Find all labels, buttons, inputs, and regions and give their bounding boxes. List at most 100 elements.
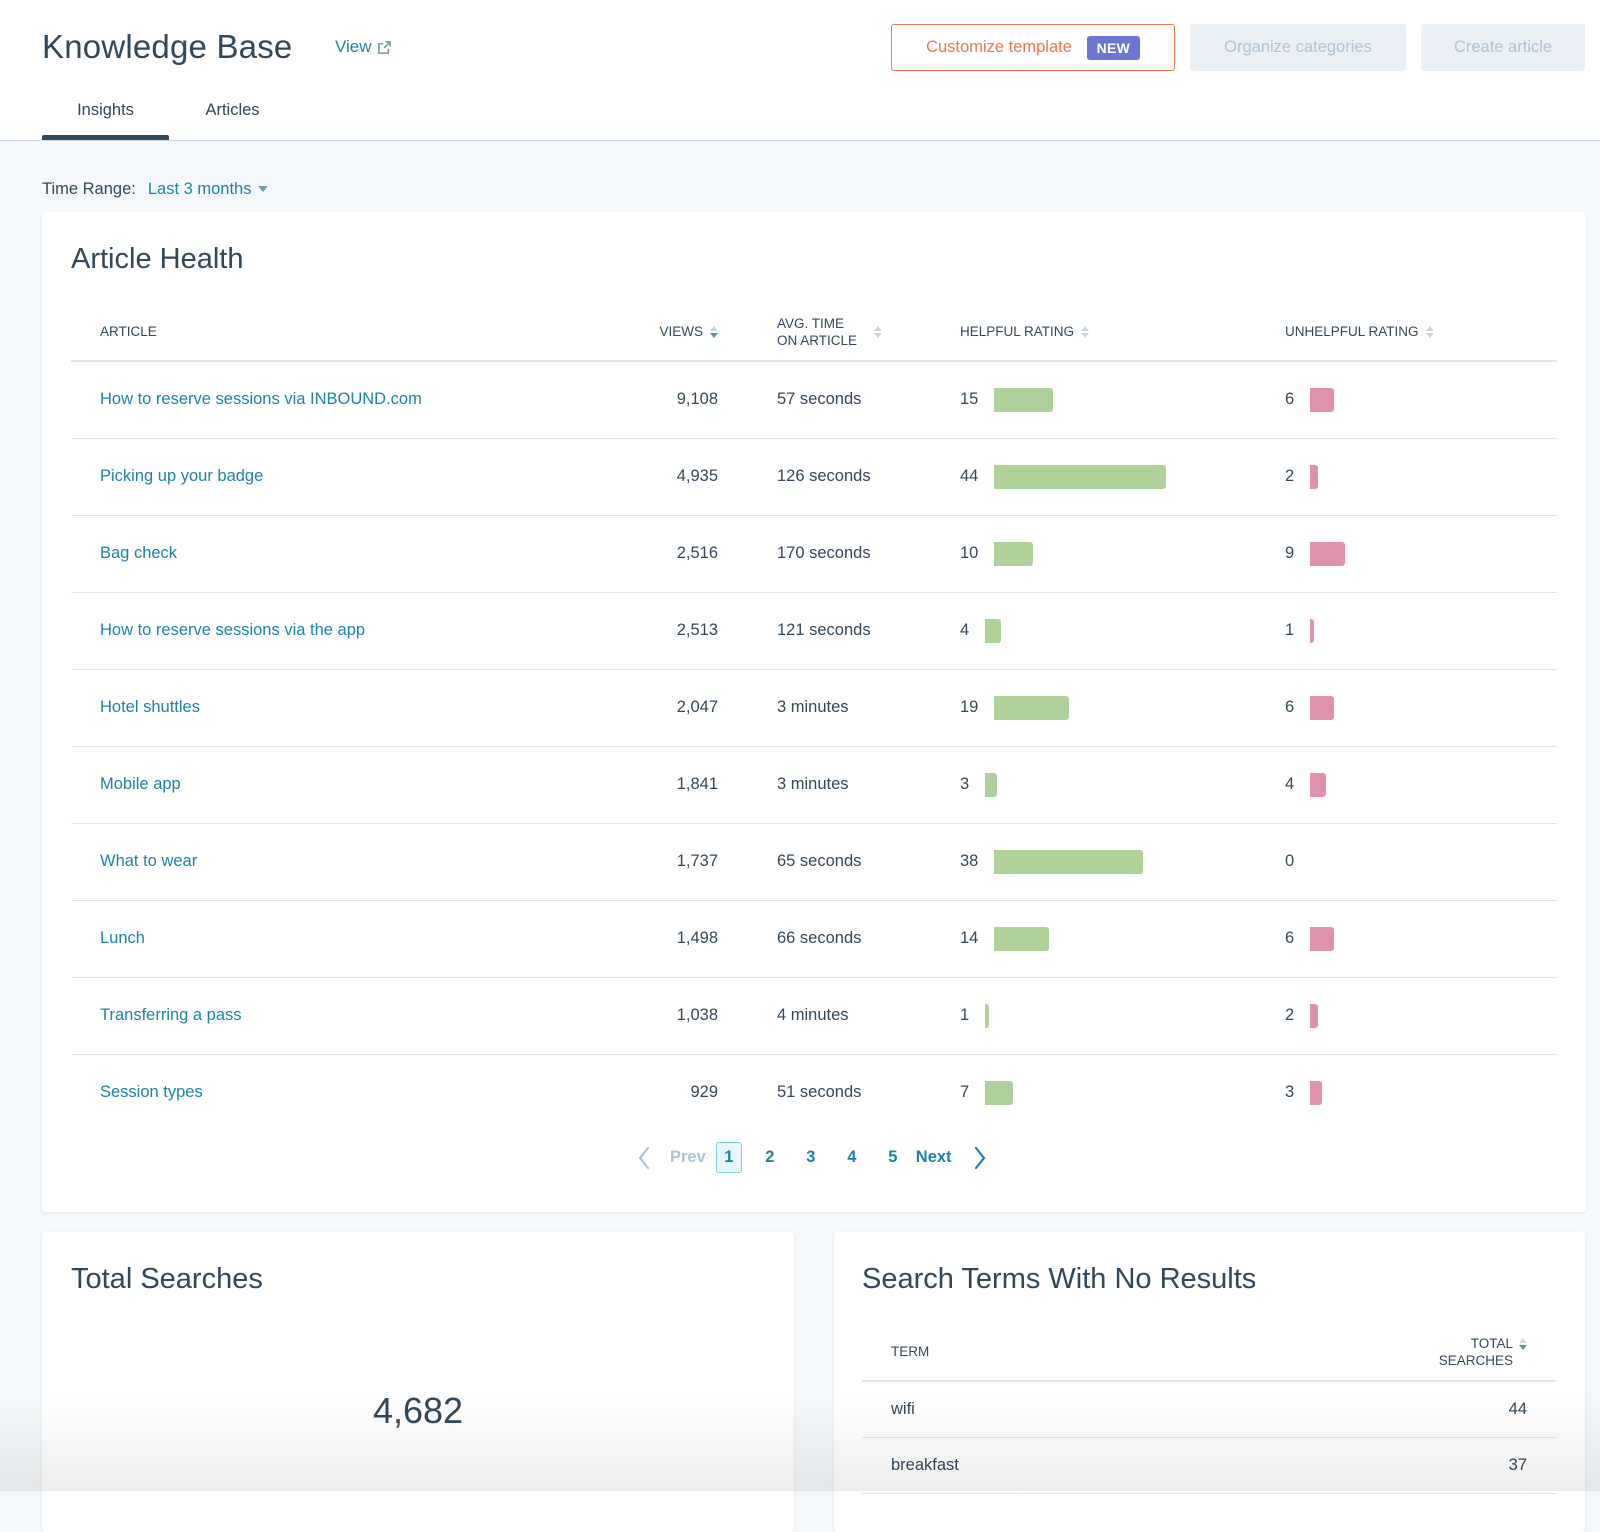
- article-cell: Session types: [71, 1054, 620, 1131]
- views-cell: 9,108: [620, 361, 748, 439]
- avg-time-cell: 65 seconds: [748, 823, 931, 901]
- unhelpful-count: 6: [1285, 698, 1295, 716]
- views-cell: 2,513: [620, 592, 748, 670]
- helpful-cell: 4: [931, 592, 1256, 670]
- helpful-cell: 14: [931, 900, 1256, 978]
- helpful-bar: [994, 849, 1143, 874]
- views-cell: 2,516: [620, 515, 748, 593]
- no-results-title: Search Terms With No Results: [862, 1263, 1257, 1295]
- view-link[interactable]: View: [335, 36, 392, 58]
- create-article-button[interactable]: Create article: [1421, 24, 1585, 71]
- column-header-avg-time[interactable]: AVG. TIME ON ARTICLE: [748, 303, 931, 362]
- helpful-cell: 10: [931, 515, 1256, 593]
- column-header-helpful[interactable]: HELPFUL RATING: [931, 303, 1256, 362]
- page-button-2[interactable]: 2: [757, 1142, 783, 1173]
- column-header-views[interactable]: VIEWS: [620, 303, 748, 362]
- chevron-left-icon[interactable]: [638, 1146, 650, 1170]
- helpful-count: 1: [960, 1006, 970, 1024]
- avg-time-cell: 66 seconds: [748, 900, 931, 978]
- unhelpful-bar: [1310, 926, 1334, 951]
- tab-articles[interactable]: Articles: [169, 96, 296, 124]
- article-cell: Lunch: [71, 900, 620, 978]
- unhelpful-bar: [1310, 695, 1334, 720]
- article-link[interactable]: Hotel shuttles: [100, 698, 200, 716]
- tab-insights[interactable]: Insights: [42, 96, 169, 124]
- next-page-button[interactable]: Next: [916, 1148, 952, 1167]
- article-row: Hotel shuttles 2,047 3 minutes 19 6: [71, 669, 1557, 747]
- unhelpful-cell: 9: [1256, 515, 1557, 593]
- article-link[interactable]: Bag check: [100, 544, 177, 562]
- tab-bar: Insights Articles: [42, 96, 296, 124]
- helpful-cell: 15: [931, 361, 1256, 439]
- sort-icon[interactable]: [1425, 325, 1434, 338]
- avg-time-cell: 51 seconds: [777, 1083, 862, 1102]
- page-button-3[interactable]: 3: [798, 1142, 824, 1173]
- organize-categories-button[interactable]: Organize categories: [1190, 24, 1406, 71]
- helpful-bar: [985, 772, 997, 797]
- total-searches-cell: 37: [1342, 1437, 1557, 1494]
- column-header-unhelpful[interactable]: UNHELPFUL RATING: [1256, 303, 1557, 362]
- sort-icon[interactable]: [1081, 325, 1090, 338]
- sort-desc-active-icon: [710, 332, 718, 338]
- time-range-value: Last 3 months: [147, 180, 252, 198]
- article-link[interactable]: Transferring a pass: [100, 1006, 242, 1024]
- term-cell: wifi: [862, 1381, 1342, 1438]
- views-cell: 1,737: [620, 823, 748, 901]
- chevron-right-icon[interactable]: [974, 1146, 986, 1170]
- column-header-article: ARTICLE: [71, 303, 620, 362]
- helpful-bar: [985, 1003, 990, 1028]
- active-tab-indicator: [42, 135, 169, 140]
- helpful-cell: 44: [931, 438, 1256, 516]
- article-cell: Bag check: [71, 515, 620, 593]
- article-table-body: How to reserve sessions via INBOUND.com 9…: [71, 361, 1557, 1131]
- unhelpful-count: 3: [1285, 1083, 1295, 1102]
- new-badge: NEW: [1086, 35, 1140, 60]
- avg-time-cell: 3 minutes: [748, 746, 931, 824]
- caret-down-icon: [258, 186, 269, 192]
- total-searches-cell: 44: [1342, 1381, 1557, 1438]
- article-link[interactable]: What to wear: [100, 852, 197, 870]
- unhelpful-bar: [1310, 618, 1315, 643]
- customize-template-button[interactable]: Customize template NEW: [891, 24, 1175, 71]
- article-link[interactable]: How to reserve sessions via INBOUND.com: [100, 390, 422, 408]
- sort-icon[interactable]: [874, 325, 883, 338]
- view-link-label: View: [335, 37, 372, 56]
- unhelpful-bar: [1310, 772, 1326, 797]
- no-results-table-body: wifi 44 breakfast 37: [862, 1381, 1557, 1494]
- helpful-count: 38: [960, 852, 979, 870]
- page-button-5[interactable]: 5: [880, 1142, 906, 1173]
- page-button-4[interactable]: 4: [839, 1142, 865, 1173]
- article-link[interactable]: Picking up your badge: [100, 467, 263, 485]
- article-link[interactable]: Lunch: [100, 929, 145, 947]
- views-cell: 1,038: [620, 977, 748, 1055]
- unhelpful-cell: 6: [1256, 669, 1557, 747]
- helpful-bar: [985, 1080, 1013, 1105]
- column-header-total-searches[interactable]: TOTAL SEARCHES: [1342, 1323, 1557, 1382]
- page-title: Knowledge Base: [42, 28, 293, 65]
- article-cell: Transferring a pass: [71, 977, 620, 1055]
- helpful-bar: [994, 387, 1053, 412]
- time-range-dropdown[interactable]: Last 3 months: [148, 178, 269, 200]
- sort-icon[interactable]: [710, 325, 718, 338]
- helpful-bar: [994, 926, 1050, 951]
- article-health-card: Article Health ARTICLE VIEWS AVG. TIME O…: [42, 212, 1586, 1212]
- avg-time-cell: 4 minutes: [748, 977, 931, 1055]
- unhelpful-count: 6: [1285, 929, 1295, 947]
- helpful-bar: [985, 618, 1001, 643]
- article-link[interactable]: Session types: [100, 1083, 203, 1101]
- unhelpful-count: 2: [1285, 467, 1295, 485]
- sort-icon[interactable]: [1519, 1337, 1527, 1350]
- article-link[interactable]: Mobile app: [100, 775, 181, 793]
- article-row: Session types 929 51 seconds 7 3: [71, 1054, 1557, 1131]
- pagination: Prev 1 2 3 4 5 Next: [638, 1142, 986, 1173]
- helpful-count: 14: [960, 929, 979, 947]
- unhelpful-cell: 1: [1256, 592, 1557, 670]
- article-link[interactable]: How to reserve sessions via the app: [100, 621, 365, 639]
- article-row: How to reserve sessions via INBOUND.com 9…: [71, 361, 1557, 439]
- no-results-table: TERM TOTAL SEARCHES wifi 44 breakfast 37: [862, 1323, 1557, 1494]
- page-button-1[interactable]: 1: [715, 1142, 742, 1173]
- no-results-card: Search Terms With No Results TERM TOTAL …: [834, 1232, 1585, 1532]
- prev-page-button[interactable]: Prev: [670, 1148, 706, 1167]
- views-cell: 2,047: [620, 669, 748, 747]
- helpful-count: 7: [960, 1083, 970, 1102]
